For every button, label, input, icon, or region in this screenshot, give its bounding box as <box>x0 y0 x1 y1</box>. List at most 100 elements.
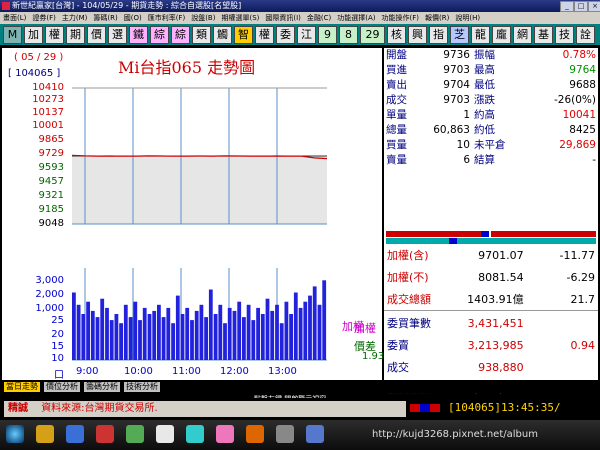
order-row: 成交 938,880 <box>384 356 598 378</box>
function-tab[interactable]: 選 <box>108 26 127 44</box>
menu-item[interactable]: 籌碼(R) <box>90 12 120 24</box>
menu-item[interactable]: 國(O) <box>121 12 145 24</box>
window-title: 新世紀贏家[台灣] - 104/05/29 - 期貨走勢 : 綜合自選股[名望股… <box>12 1 242 10</box>
index-change: -11.77 <box>559 248 595 262</box>
function-tab[interactable]: 期 <box>66 26 85 44</box>
menu-item[interactable]: 金融(C) <box>304 12 334 24</box>
order-ratio <box>527 312 598 334</box>
function-tab[interactable]: 29 <box>360 26 385 44</box>
volume-bar <box>303 301 308 360</box>
function-tab[interactable]: 技 <box>555 26 574 44</box>
quote-row: 成交 9703 漲跌 -26(0%) <box>384 93 598 108</box>
quote-v2: -26(0%) <box>554 94 596 106</box>
function-tab[interactable]: 龍 <box>471 26 490 44</box>
index-row: 加權(含) 9701.07 -11.77 <box>384 244 598 266</box>
menu-item[interactable]: 畫面(L) <box>0 12 29 24</box>
menu-item[interactable]: 功能選擇(A) <box>334 12 378 24</box>
volume-bar <box>76 304 81 360</box>
function-tab[interactable]: 龐 <box>492 26 511 44</box>
function-tab[interactable]: 詮 <box>576 26 595 44</box>
trend-plot[interactable]: 加權 <box>2 48 382 380</box>
app-icon-pink[interactable] <box>216 425 234 443</box>
maximize-button[interactable]: □ <box>574 1 588 12</box>
app-icon-white[interactable] <box>156 425 174 443</box>
minimize-button[interactable]: _ <box>560 1 574 12</box>
function-tab[interactable]: 價 <box>87 26 106 44</box>
app-icon-green[interactable] <box>126 425 144 443</box>
status-source: 資料來源:台灣期貨交易所. <box>41 403 158 414</box>
volume-bar <box>180 314 185 360</box>
quote-v2: 9688 <box>569 79 596 91</box>
menu-item[interactable]: 主力(M) <box>59 12 91 24</box>
menu-item[interactable]: 國際資訊(I) <box>262 12 304 24</box>
index-row: 成交總額 1403.91億 21.7 <box>384 288 598 310</box>
quote-table: 開盤 9736 振幅 0.78% 買進 9703 最高 9764 賣出 9704 最低 9688 成交 9… <box>384 48 598 168</box>
media-icon[interactable] <box>96 425 114 443</box>
function-tab[interactable]: 智 <box>234 26 253 44</box>
quote-row: 買進 9703 最高 9764 <box>384 63 598 78</box>
function-tab[interactable]: 9 <box>318 26 337 44</box>
volume-bar <box>81 314 86 360</box>
start-icon[interactable] <box>6 425 24 443</box>
bottom-tab[interactable]: 籌碼分析 <box>84 382 120 392</box>
function-tab[interactable]: 基 <box>534 26 553 44</box>
status-bar: 精誠 資料來源:台灣期貨交易所. [104065]13:45:35/ <box>0 398 600 420</box>
taskbar: http://kujd3268.pixnet.net/album <box>0 420 600 450</box>
quote-v1: 1 <box>463 109 470 121</box>
quote-row: 賣量 6 結算 - <box>384 153 598 168</box>
quote-v2: 0.78% <box>562 49 596 61</box>
volume-bar <box>284 301 289 360</box>
function-tab[interactable]: 委 <box>276 26 295 44</box>
app-icon-cyan[interactable] <box>186 425 204 443</box>
volume-bar <box>260 314 265 360</box>
quote-l2: 振幅 <box>474 49 495 61</box>
volume-bar <box>223 323 227 360</box>
function-tab[interactable]: 興 <box>408 26 427 44</box>
menu-item[interactable]: 匯市利率(F) <box>145 12 189 24</box>
volume-bar <box>218 304 223 360</box>
index-row: 加權(不) 8081.54 -6.29 <box>384 266 598 288</box>
function-tab[interactable]: 觸 <box>213 26 232 44</box>
volume-bar <box>114 314 119 360</box>
bottom-tab[interactable]: 技術分析 <box>124 382 160 392</box>
volume-bar <box>86 301 90 360</box>
function-tab[interactable]: 鐵 <box>129 26 148 44</box>
function-tab[interactable]: 權 <box>45 26 64 44</box>
menu-item[interactable]: 報價(R) <box>422 12 452 24</box>
function-tab[interactable]: 芝 <box>450 26 469 44</box>
menu-item[interactable]: 期權選單(S) <box>218 12 262 24</box>
volume-bar <box>208 289 213 360</box>
app-icon-orange[interactable] <box>246 425 264 443</box>
close-button[interactable]: × <box>588 1 600 12</box>
function-tab[interactable]: 核 <box>387 26 406 44</box>
folder-icon[interactable] <box>36 425 54 443</box>
divider <box>384 310 598 311</box>
function-tab[interactable]: 網 <box>513 26 532 44</box>
function-tab[interactable]: 權 <box>255 26 274 44</box>
menu-item[interactable]: 說明(H) <box>452 12 483 24</box>
bottom-tab[interactable]: 價位分析 <box>44 382 80 392</box>
bottom-tab[interactable]: 當日走勢 <box>4 382 40 392</box>
function-tab[interactable]: 指 <box>429 26 448 44</box>
index-table: 加權(含) 9701.07 -11.77 加權(不) 8081.54 -6.29 成交總額 1… <box>384 244 598 310</box>
function-tab[interactable]: 綜 <box>150 26 169 44</box>
quote-v2: - <box>592 154 596 166</box>
function-tab[interactable]: 8 <box>339 26 358 44</box>
menu-item[interactable]: 證券(F) <box>29 12 59 24</box>
app-icon-blue[interactable] <box>306 425 324 443</box>
order-label: 委賣 <box>387 339 409 352</box>
index-change: -6.29 <box>566 270 595 284</box>
volume-bar <box>138 320 142 360</box>
volume-bar <box>289 314 293 360</box>
function-tab[interactable]: M <box>3 26 22 44</box>
function-tab[interactable]: 江 <box>297 26 316 44</box>
menu-item[interactable]: 功能操作(F) <box>379 12 423 24</box>
browser-icon[interactable] <box>66 425 84 443</box>
function-tab[interactable]: 類 <box>192 26 211 44</box>
index-label: 成交總額 <box>387 293 431 306</box>
volume-bar <box>256 307 260 360</box>
function-tab[interactable]: 綜 <box>171 26 190 44</box>
menu-item[interactable]: 說盤(B) <box>188 12 218 24</box>
app-icon-gray[interactable] <box>276 425 294 443</box>
function-tab[interactable]: 加 <box>24 26 43 44</box>
